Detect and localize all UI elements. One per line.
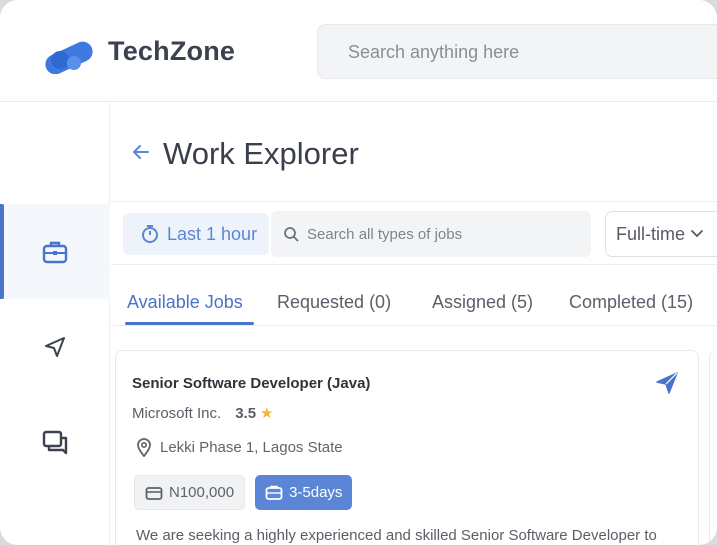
global-search-input[interactable]: Search anything here [317,24,717,79]
time-filter-button[interactable]: Last 1 hour [123,213,269,255]
send-icon[interactable] [653,369,681,397]
techzone-logo-icon[interactable] [42,30,100,74]
location-row: Lekki Phase 1, Lagos State [136,437,343,457]
main-content: Work Explorer Last 1 hour Search all typ… [111,102,717,545]
global-search-placeholder: Search anything here [348,42,520,62]
pay-badge: N100,000 [134,475,246,510]
wallet-icon [145,485,163,501]
location-pin-icon [136,437,152,457]
duration-badge: 3-5days [255,475,353,510]
tab-assigned[interactable]: Assigned (5) [432,292,533,313]
top-bar: TechZone Search anything here [0,0,717,102]
search-icon [283,226,299,242]
page-title: Work Explorer [163,136,359,171]
tab-completed[interactable]: Completed (15) [569,292,693,313]
active-tab-indicator [125,322,254,325]
pay-amount: N100,000 [169,484,235,501]
job-type-select[interactable]: Full-time [605,211,717,257]
calendar-icon [265,485,283,501]
tab-available-jobs[interactable]: Available Jobs [127,292,243,313]
duration-text: 3-5days [289,484,343,501]
job-search-input[interactable]: Search all types of jobs [271,211,591,257]
rating-value: 3.5 [235,404,257,422]
job-search-placeholder: Search all types of jobs [307,225,463,243]
filter-bar: Last 1 hour Search all types of jobs Ful… [111,203,717,265]
job-location: Lekki Phase 1, Lagos State [160,438,343,456]
company-name: Microsoft Inc. [132,404,222,422]
chat-icon [41,429,69,455]
briefcase-icon [41,239,69,265]
star-icon: ★ [260,405,274,422]
chevron-down-icon [691,230,703,238]
sidebar-item-jobs[interactable] [0,204,110,299]
stopwatch-icon [141,224,159,244]
send-icon [43,335,67,359]
time-filter-label: Last 1 hour [167,223,258,244]
job-description: We are seeking a highly experienced and … [136,527,657,544]
job-card[interactable]: Senior Software Developer (Java) Microso… [115,350,699,545]
job-title: Senior Software Developer (Java) [132,375,371,392]
tab-requested[interactable]: Requested (0) [277,292,391,313]
sidebar-item-sent[interactable] [0,299,110,394]
sidebar-item-messages[interactable] [0,394,110,489]
brand-name: TechZone [108,36,236,66]
next-job-card[interactable] [709,350,717,545]
job-tabs: Available Jobs Requested (0) Assigned (5… [111,266,717,326]
job-tags: N100,000 3-5days [134,475,353,510]
sidebar [0,102,110,545]
company-row: Microsoft Inc. 3.5 ★ [132,404,274,423]
page-header: Work Explorer [111,102,717,202]
arrow-left-icon[interactable] [131,142,151,162]
company-rating: 3.5 ★ [235,404,274,423]
app-window: TechZone Search anything here Work Explo… [0,0,717,545]
job-type-value: Full-time [616,223,686,244]
